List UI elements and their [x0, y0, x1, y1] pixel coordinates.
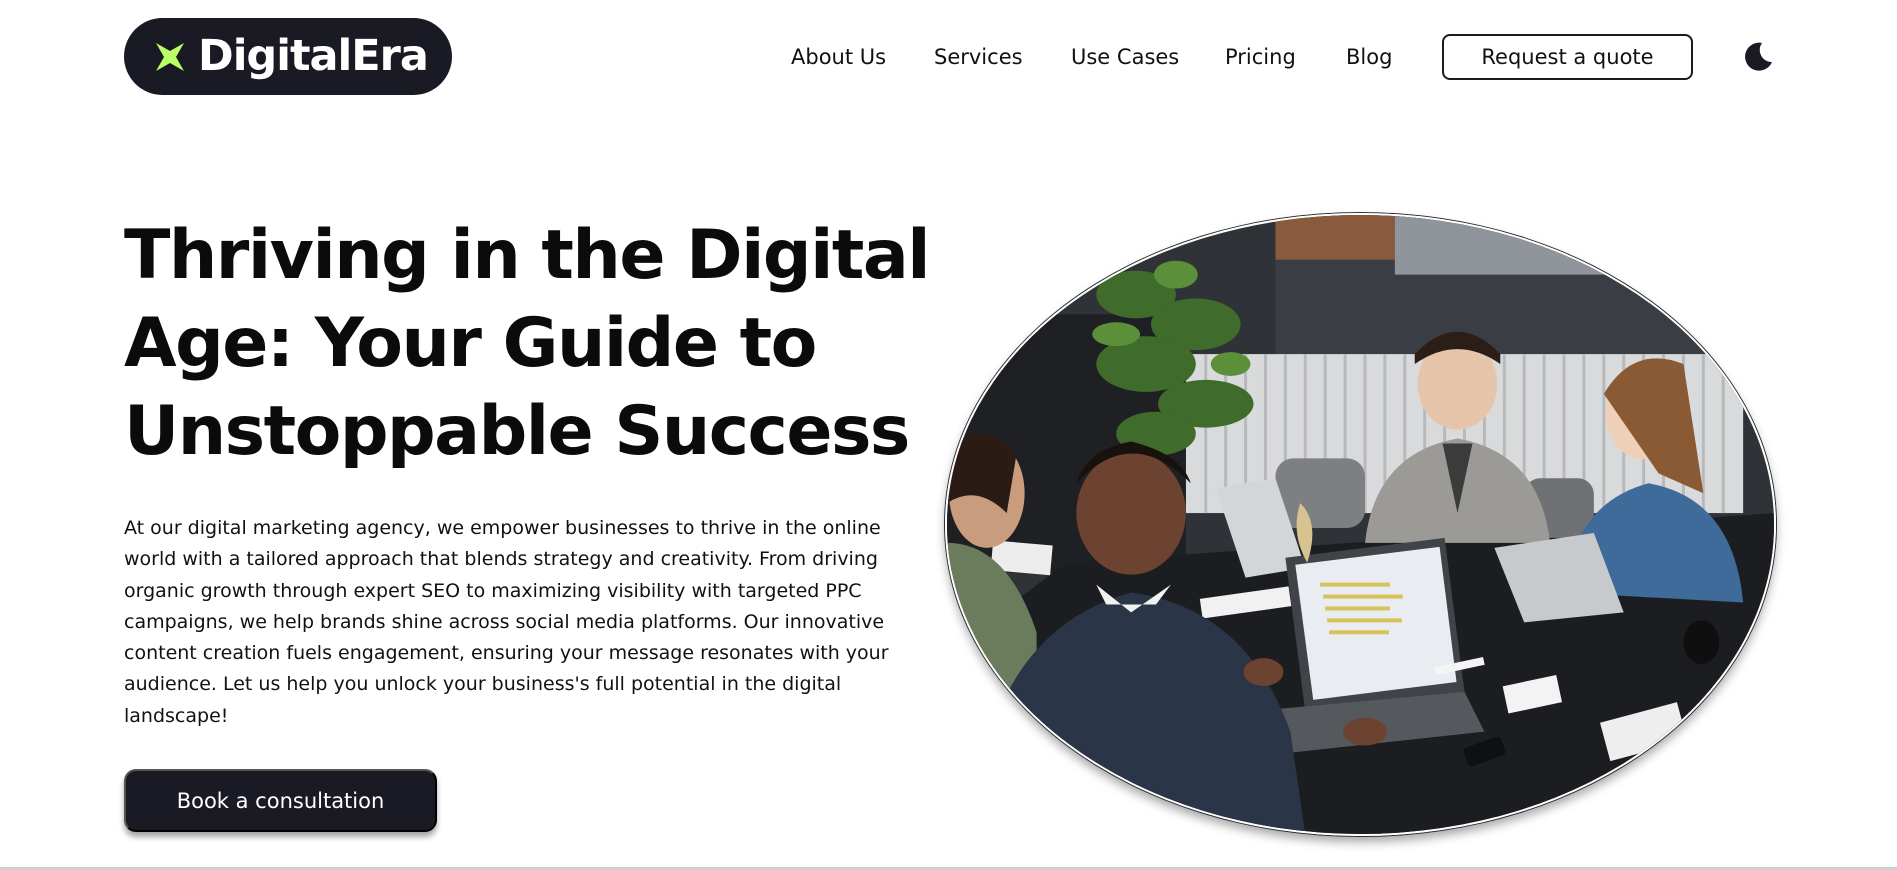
meeting-photo-illustration [947, 215, 1774, 834]
nav-link-use-cases[interactable]: Use Cases [1071, 45, 1179, 69]
book-consultation-button[interactable]: Book a consultation [124, 769, 437, 832]
hero-image [945, 213, 1776, 836]
nav-link-services[interactable]: Services [934, 45, 1023, 69]
main-nav: About Us Services Use Cases Pricing Blog… [0, 0, 1897, 113]
nav-link-blog[interactable]: Blog [1346, 45, 1392, 69]
request-quote-button[interactable]: Request a quote [1442, 34, 1693, 80]
nav-link-about-us[interactable]: About Us [791, 45, 886, 69]
hero-description: At our digital marketing agency, we empo… [124, 517, 889, 727]
hero-title: Thriving in the Digital Age: Your Guide … [124, 216, 931, 471]
moon-icon[interactable] [1743, 40, 1775, 72]
nav-link-pricing[interactable]: Pricing [1225, 45, 1296, 69]
